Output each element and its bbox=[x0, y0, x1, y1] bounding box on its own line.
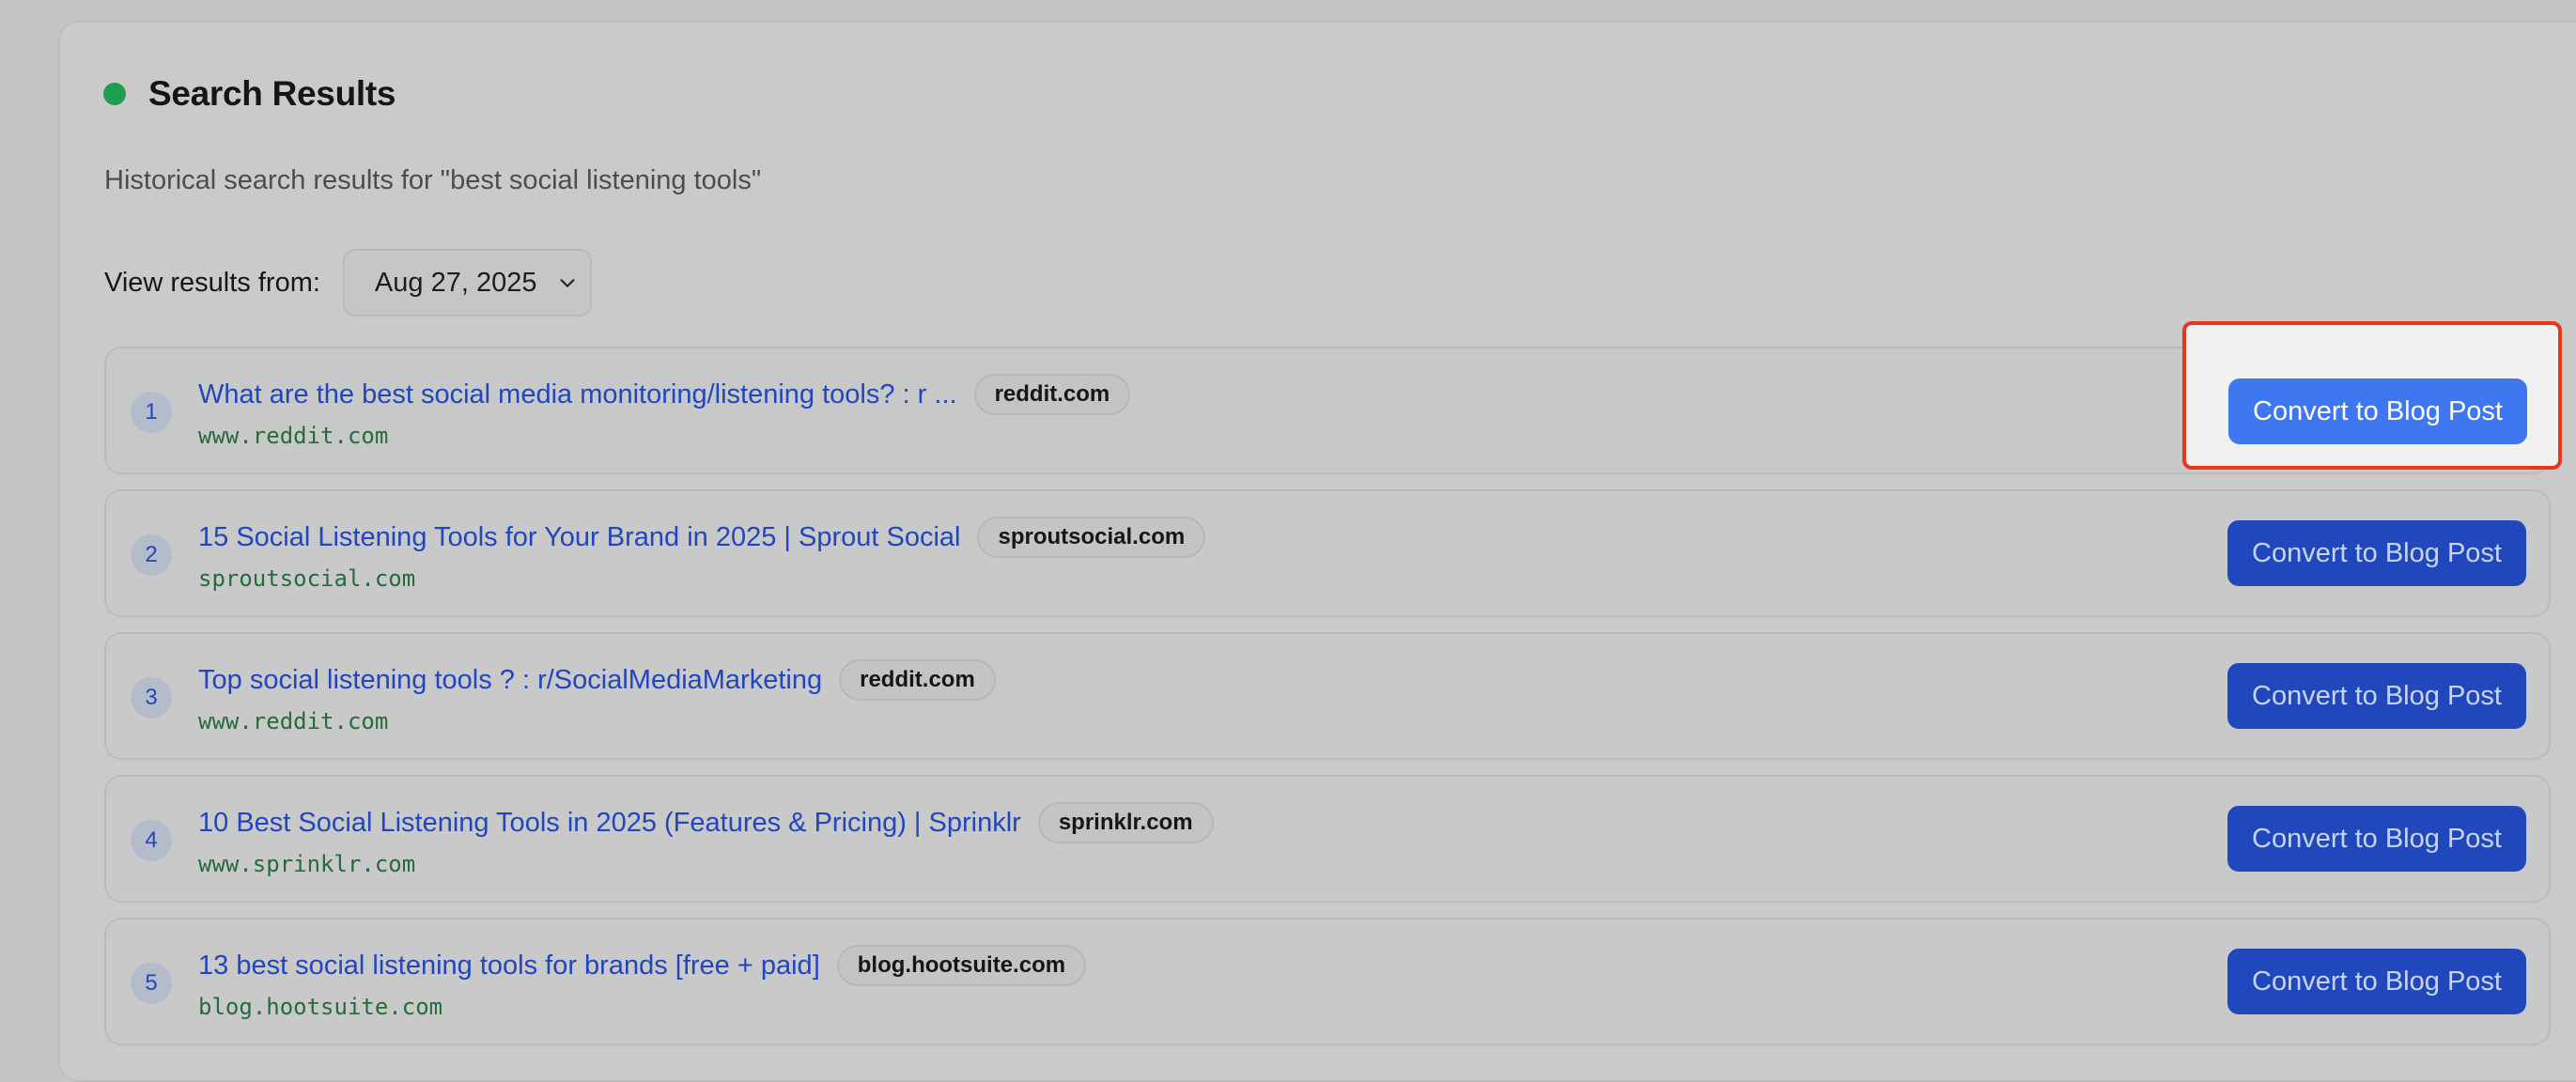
highlighted-convert-to-blog-post-button[interactable]: Convert to Blog Post bbox=[2228, 379, 2527, 444]
result-content: 10 Best Social Listening Tools in 2025 (… bbox=[198, 800, 2229, 877]
date-select[interactable]: Aug 27, 2025 bbox=[342, 249, 592, 317]
domain-badge: reddit.com bbox=[839, 659, 996, 701]
result-content: 13 best social listening tools for brand… bbox=[198, 943, 2229, 1020]
domain-badge: blog.hootsuite.com bbox=[836, 945, 1087, 986]
convert-to-blog-post-button[interactable]: Convert to Blog Post bbox=[2227, 663, 2526, 729]
result-content: Top social listening tools ? : r/SocialM… bbox=[198, 657, 2229, 734]
chevron-down-icon bbox=[554, 270, 581, 296]
domain-badge: sproutsocial.com bbox=[977, 517, 1206, 558]
result-url: www.reddit.com bbox=[198, 423, 389, 449]
result-title-link[interactable]: 15 Social Listening Tools for Your Brand… bbox=[198, 522, 960, 553]
date-filter-row: View results from: Aug 27, 2025 bbox=[104, 248, 592, 317]
rank-badge: 2 bbox=[131, 534, 172, 576]
result-url: blog.hootsuite.com bbox=[198, 994, 443, 1020]
search-results-description: Historical search results for "best soci… bbox=[104, 165, 762, 195]
result-title-row: Top social listening tools ? : r/SocialM… bbox=[198, 657, 2229, 703]
convert-to-blog-post-button[interactable]: Convert to Blog Post bbox=[2227, 806, 2526, 872]
result-item: 5 13 best social listening tools for bra… bbox=[104, 918, 2551, 1045]
date-filter-label: View results from: bbox=[104, 267, 320, 298]
result-title-row: 15 Social Listening Tools for Your Brand… bbox=[198, 515, 2229, 560]
page-title: Search Results bbox=[148, 74, 396, 113]
result-url: www.sprinklr.com bbox=[198, 851, 416, 877]
rank-badge: 1 bbox=[131, 392, 172, 433]
result-title-row: 10 Best Social Listening Tools in 2025 (… bbox=[198, 800, 2229, 845]
result-content: 15 Social Listening Tools for Your Brand… bbox=[198, 515, 2229, 592]
result-title-link[interactable]: Top social listening tools ? : r/SocialM… bbox=[198, 665, 822, 696]
domain-badge: sprinklr.com bbox=[1037, 802, 1214, 843]
selected-date: Aug 27, 2025 bbox=[374, 267, 537, 298]
rank-badge: 5 bbox=[131, 963, 172, 1004]
result-title-row: What are the best social media monitorin… bbox=[198, 372, 2229, 417]
result-item: 2 15 Social Listening Tools for Your Bra… bbox=[104, 489, 2551, 617]
domain-badge: reddit.com bbox=[973, 374, 1131, 415]
rank-badge: 3 bbox=[131, 677, 172, 719]
result-content: What are the best social media monitorin… bbox=[198, 372, 2229, 449]
search-results-header: Search Results bbox=[103, 66, 396, 122]
result-item: 4 10 Best Social Listening Tools in 2025… bbox=[104, 775, 2551, 903]
result-url: www.reddit.com bbox=[198, 708, 389, 734]
highlighted-convert-button-area: Convert to Blog Post bbox=[2182, 321, 2562, 470]
result-title-link[interactable]: What are the best social media monitorin… bbox=[198, 379, 957, 410]
result-title-link[interactable]: 13 best social listening tools for brand… bbox=[198, 951, 820, 982]
convert-to-blog-post-button[interactable]: Convert to Blog Post bbox=[2227, 949, 2526, 1014]
convert-to-blog-post-button[interactable]: Convert to Blog Post bbox=[2227, 520, 2526, 586]
result-title-link[interactable]: 10 Best Social Listening Tools in 2025 (… bbox=[198, 808, 1021, 839]
result-title-row: 13 best social listening tools for brand… bbox=[198, 943, 2229, 988]
rank-badge: 4 bbox=[131, 820, 172, 861]
result-url: sproutsocial.com bbox=[198, 565, 416, 592]
result-item: 3 Top social listening tools ? : r/Socia… bbox=[104, 632, 2551, 760]
status-dot-icon bbox=[103, 83, 126, 105]
